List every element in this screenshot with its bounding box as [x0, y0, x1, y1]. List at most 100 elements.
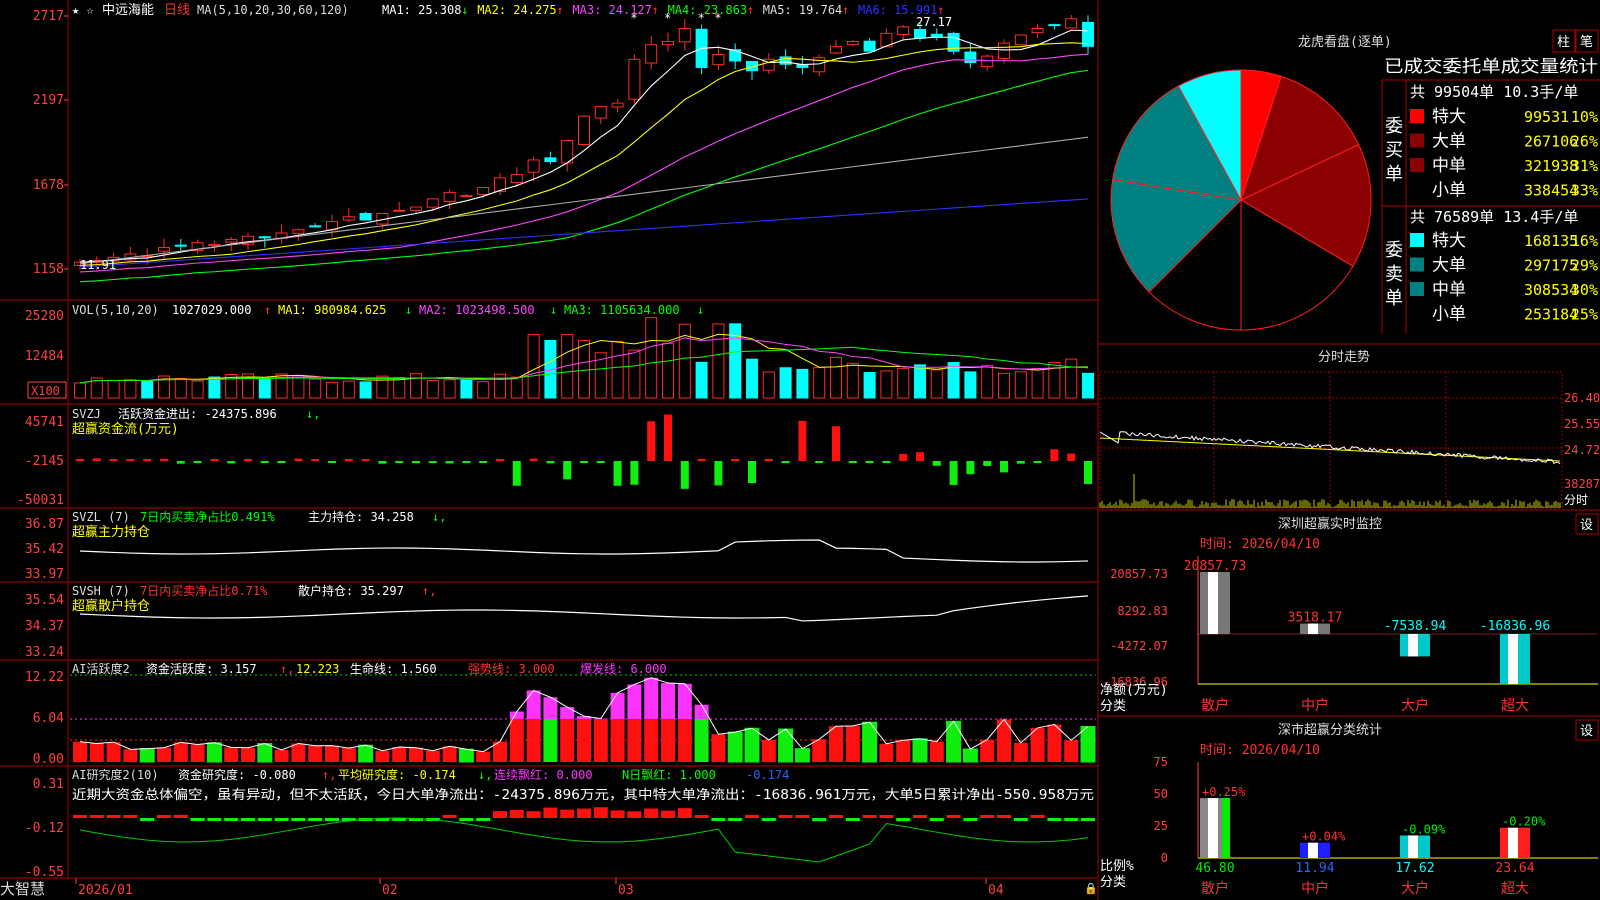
ai-research-bar	[677, 808, 692, 818]
volume-bar	[208, 376, 221, 399]
svzj-bar	[983, 461, 992, 466]
volume-bar	[863, 372, 876, 399]
svzj-bar	[697, 458, 706, 461]
svzl-panel[interactable]: SVZL (7) 7日内买卖净占比0.491% 主力持仓: 34.258 ↓, …	[25, 509, 1089, 582]
svzj-bar	[160, 458, 168, 461]
svsh-arrow: ↑,	[422, 584, 436, 598]
sz-monitor-value: 3518.17	[1288, 611, 1343, 626]
svzj-bar	[546, 461, 555, 464]
ma-legend-item: MA4: 23.863	[668, 3, 747, 17]
ai-research-bar	[778, 815, 793, 818]
ai-active-bar	[711, 734, 726, 762]
kline-panel[interactable]: ★ ☆ 中远海能 日线 MA(5,10,20,30,60,120) MA1: 2…	[33, 3, 1094, 283]
volume-bar	[846, 362, 859, 399]
row-pct: 31%	[1571, 157, 1598, 175]
intraday-panel[interactable]: 分时走势 26.40 25.55 24.72 38287 分时	[1099, 349, 1600, 509]
candle-body	[1031, 27, 1044, 34]
ai-active-bar	[139, 748, 155, 763]
ai-research-bar	[257, 818, 272, 821]
svzj-bar	[731, 459, 740, 461]
ai-research-bar	[711, 818, 726, 821]
sz-category-ylabel: 比例%	[1100, 859, 1134, 874]
volume-ma1-arrow: ↓	[405, 303, 412, 317]
ma-legend-arrow: ↑	[842, 3, 849, 17]
svzl-tick: 36.87	[25, 517, 64, 532]
ai-research-bar	[190, 818, 205, 821]
svzj-panel[interactable]: SVZJ 活跃资金进出: -24375.896 ↓, 超赢资金流(万元) 457…	[17, 406, 1092, 508]
svzj-bar	[496, 459, 504, 461]
ai-active-v1: 资金活跃度: 3.157	[146, 661, 257, 676]
sz-monitor-category: 散户	[1201, 697, 1229, 714]
ai-research-bar	[1081, 818, 1095, 821]
svzj-bar	[227, 461, 236, 464]
ai-active-bar	[392, 747, 407, 762]
legend-swatch	[1410, 133, 1424, 148]
sz-category-axis: 75 50 25 0	[1154, 755, 1168, 865]
ai-research-bar	[946, 815, 961, 818]
period-label[interactable]: 日线	[164, 3, 190, 18]
volume-panel[interactable]: VOL(5,10,20) 1027029.000 ↑ MA1: 980984.6…	[25, 303, 1094, 399]
bottom-tab-dazhihui[interactable]: 大智慧	[0, 878, 45, 899]
volume-bar	[897, 367, 910, 399]
ai-active-tick: 6.04	[33, 711, 64, 726]
svsh-panel[interactable]: SVSH (7) 7日内买卖净占比0.71% 散户持仓: 35.297 ↑, 超…	[25, 583, 1089, 660]
sz-monitor-tick: 8292.83	[1117, 604, 1168, 618]
sz-monitor-title: 深圳超赢实时监控	[1278, 516, 1382, 532]
svsh-pct: 7日内买卖净占比0.71%	[140, 583, 268, 598]
volume-bar	[74, 382, 86, 399]
ai-research-bar	[1013, 818, 1028, 821]
candle-body	[628, 58, 641, 100]
candlesticks[interactable]	[74, 14, 1094, 271]
sz-monitor-panel[interactable]: 深圳超赢实时监控 设 时间: 2026/04/10 20857.73 8292.…	[1100, 513, 1599, 714]
dragon-panel[interactable]: 龙虎看盘(逐单) 柱 笔 已成交委托单成交量统计 委买单 委卖单 共 99504…	[1110, 29, 1600, 334]
row-pct: 10%	[1571, 108, 1598, 126]
candle-body	[443, 191, 456, 203]
ai-research-bar	[106, 815, 121, 818]
sz-monitor-category: 中户	[1301, 697, 1329, 714]
candle-body	[914, 28, 926, 39]
ai-active-title: AI活跃度2	[72, 661, 130, 676]
legend-swatch	[1410, 158, 1424, 172]
ma-legend-item: MA2: 24.275	[477, 3, 556, 17]
volume-bar	[964, 371, 977, 399]
row-pct: 16%	[1571, 232, 1598, 250]
svsh-hold: 散户持仓: 35.297	[298, 583, 404, 598]
volume-bar	[174, 377, 187, 399]
lock-icon[interactable]: 🔒	[1084, 882, 1098, 895]
ai-active-bar	[962, 748, 978, 763]
sz-monitor-tick: -4272.07	[1110, 639, 1168, 653]
ai-active-bar	[980, 739, 995, 762]
volume-unit: X100	[31, 384, 60, 398]
sz-category-name: 超大	[1501, 881, 1529, 897]
sz-category-change: +0.25%	[1202, 785, 1246, 799]
ai-research-panel[interactable]: AI研究度2(10) 资金研究度: -0.080 ↑, 平均研究度: -0.17…	[25, 767, 1095, 880]
svzj-bar	[630, 461, 639, 485]
candle-body	[225, 238, 238, 243]
svzj-bar	[244, 459, 252, 461]
ai-active-bar	[442, 746, 457, 762]
ai-research-bar	[896, 818, 911, 822]
ai-active-panel[interactable]: AI活跃度2 资金活跃度: 3.157 ↑, 12.223 生命线: 1.560…	[25, 661, 1096, 767]
volume-ma3-arrow: ↓	[697, 303, 704, 317]
candle-body	[981, 55, 994, 68]
ai-research-bar	[224, 818, 239, 821]
ai-active-bar-top	[627, 684, 642, 719]
candle-body	[678, 27, 691, 43]
sz-category-bars: +0.25% 46.80 散户 +0.04% 11.94 中户 -0.09% 17.62 大户 -…	[1195, 785, 1546, 897]
ai-active-tick: 0.00	[33, 752, 64, 767]
ai-active-v3: 生命线: 1.560	[350, 661, 437, 676]
ai-research-bar	[862, 815, 877, 818]
favorite-star-icon[interactable]: ★ ☆	[72, 3, 94, 17]
ai-active-bar	[173, 742, 188, 762]
side-label-char: 单	[1385, 164, 1403, 185]
volume-bar	[460, 379, 473, 399]
sz-category-panel[interactable]: 深市超赢分类统计 设 时间: 2026/04/10 75 50 25 0 比例%…	[1100, 719, 1599, 897]
ai-research-v3: 连续飘红: 0.000	[494, 767, 593, 782]
svsh-title: SVSH (7)	[72, 584, 130, 598]
ai-active-bar	[1047, 724, 1062, 762]
ai-research-bar	[929, 818, 944, 822]
candle-body	[1048, 24, 1061, 27]
row-name: 中单	[1432, 156, 1466, 176]
ai-active-bar	[761, 739, 776, 762]
buy-total: 共 99504单 10.3手/单	[1410, 83, 1578, 101]
